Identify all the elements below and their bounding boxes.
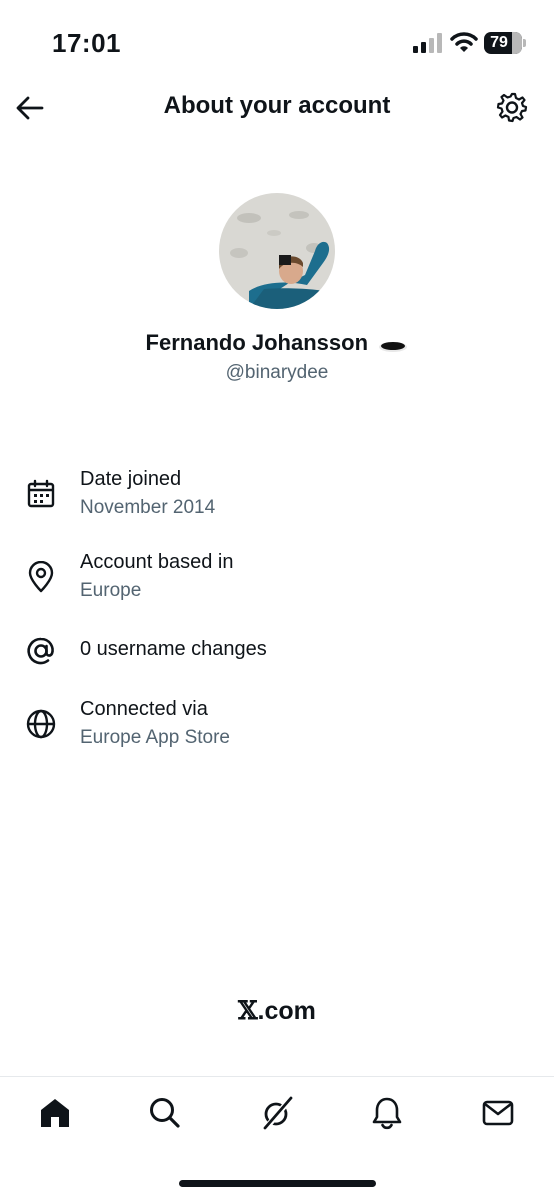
profile-name: Fernando Johansson <box>145 330 369 355</box>
at-sign-icon <box>27 637 54 665</box>
x-logo: 𝕏 <box>238 996 258 1025</box>
search-icon[interactable] <box>147 1095 183 1131</box>
messages-icon[interactable] <box>480 1095 516 1131</box>
globe-icon <box>26 709 56 739</box>
hole-emoji-icon <box>379 341 408 352</box>
info-account-location: Account based in Europe <box>0 547 554 607</box>
info-date-joined: Date joined November 2014 <box>0 464 554 524</box>
info-value: Europe <box>80 580 142 601</box>
home-icon[interactable] <box>37 1095 73 1131</box>
home-indicator[interactable] <box>179 1180 376 1187</box>
avatar[interactable] <box>219 193 335 309</box>
header: About your account <box>0 80 554 136</box>
info-username-changes: 0 username changes <box>0 634 554 670</box>
info-label: Connected via <box>80 698 208 720</box>
wifi-icon <box>450 32 478 52</box>
profile-handle: @binarydee <box>225 362 329 383</box>
battery-icon: 79 <box>484 32 526 54</box>
x-com-logo: 𝕏.com <box>0 996 554 1026</box>
battery-level: 79 <box>490 34 508 51</box>
brand-suffix: .com <box>257 997 316 1025</box>
status-time: 17:01 <box>52 28 121 58</box>
info-connected-via: Connected via Europe App Store <box>0 694 554 754</box>
info-label: 0 username changes <box>80 638 267 660</box>
grok-icon[interactable] <box>259 1095 295 1131</box>
info-value: November 2014 <box>80 497 216 518</box>
info-label: Account based in <box>80 551 234 573</box>
notifications-icon[interactable] <box>369 1095 405 1131</box>
profile-name-row: Fernando Johansson <box>0 330 554 356</box>
page-title: About your account <box>163 92 391 119</box>
location-pin-icon <box>28 561 54 593</box>
status-bar: 17:01 79 <box>0 0 554 88</box>
calendar-icon <box>27 479 55 508</box>
info-value: Europe App Store <box>80 727 230 748</box>
info-label: Date joined <box>80 468 182 490</box>
gear-icon[interactable] <box>496 91 528 123</box>
cellular-signal-icon <box>413 33 442 53</box>
